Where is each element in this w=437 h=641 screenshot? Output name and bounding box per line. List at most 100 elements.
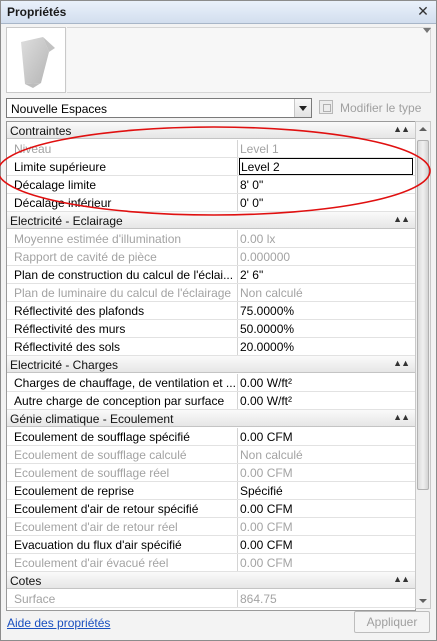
property-value-input[interactable]: Level 2 bbox=[239, 158, 413, 175]
property-name: Ecoulement de soufflage calculé bbox=[7, 446, 238, 463]
property-value: Level 1 bbox=[240, 142, 279, 156]
property-value: 0.00 CFM bbox=[240, 556, 293, 570]
property-row[interactable]: Evacuation du flux d'air spécifié 0.00 CF… bbox=[7, 536, 415, 554]
property-value[interactable]: 8' 0" bbox=[238, 176, 415, 193]
chevron-down-icon[interactable] bbox=[423, 28, 431, 33]
property-name: Ecoulement de reprise bbox=[7, 482, 238, 499]
type-selector-dropdown[interactable]: Nouvelle Espaces bbox=[6, 98, 312, 118]
property-name: Réflectivité des sols bbox=[7, 338, 238, 355]
space-element-icon bbox=[21, 37, 55, 88]
property-value: Non calculé bbox=[240, 286, 303, 300]
property-name: Décalage inférieur bbox=[7, 194, 238, 211]
property-value: 864.75 bbox=[240, 592, 277, 606]
property-row[interactable]: Réflectivité des sols 20.0000% bbox=[7, 338, 415, 356]
property-value[interactable]: 75.0000% bbox=[238, 302, 415, 319]
group-header[interactable]: Contraintes ▲▲ bbox=[7, 122, 415, 139]
group-name: Cotes bbox=[10, 574, 42, 588]
palette-title: Propriétés bbox=[7, 5, 67, 19]
collapse-icon[interactable]: ▲▲ bbox=[393, 412, 410, 422]
property-value[interactable]: 20.0000% bbox=[238, 338, 415, 355]
property-value: 0.00 CFM bbox=[240, 466, 293, 480]
scroll-down-icon[interactable] bbox=[419, 599, 427, 603]
property-name: Evacuation du flux d'air spécifié bbox=[7, 536, 238, 553]
scroll-up-icon[interactable] bbox=[419, 127, 427, 131]
property-value[interactable]: Spécifié bbox=[238, 482, 415, 499]
apply-button[interactable]: Appliquer bbox=[354, 611, 430, 633]
vertical-scrollbar[interactable] bbox=[415, 121, 431, 609]
property-name: Autre charge de conception par surface bbox=[7, 392, 238, 409]
property-row[interactable]: Charges de chauffage, de ventilation et … bbox=[7, 374, 415, 392]
property-value[interactable]: 2' 6" bbox=[238, 266, 415, 283]
scrollbar-thumb[interactable] bbox=[417, 140, 429, 490]
property-name: Plan de luminaire du calcul de l'éclaira… bbox=[7, 284, 238, 301]
property-name: Limite supérieure bbox=[7, 158, 238, 175]
property-name: Niveau bbox=[7, 140, 238, 157]
close-icon[interactable]: ✕ bbox=[415, 4, 431, 19]
property-row: Plan de luminaire du calcul de l'éclaira… bbox=[7, 284, 415, 302]
group-header[interactable]: Génie climatique - Ecoulement ▲▲ bbox=[7, 410, 415, 427]
property-value: 0.000000 bbox=[240, 250, 291, 264]
edit-type-icon bbox=[319, 100, 333, 114]
group-header[interactable]: Cotes ▲▲ bbox=[7, 572, 415, 589]
property-row: Ecoulement d'air de retour réel 0.00 CFM bbox=[7, 518, 415, 536]
property-value: Non calculé bbox=[240, 448, 303, 462]
property-row[interactable]: Limite supérieure Level 2 bbox=[7, 158, 415, 176]
edit-type-label: Modifier le type bbox=[340, 101, 422, 115]
property-name: Ecoulement d'air de retour réel bbox=[7, 518, 238, 535]
dropdown-arrow-icon[interactable] bbox=[294, 99, 311, 117]
property-row[interactable]: Ecoulement de soufflage spécifié 0.00 CFM bbox=[7, 428, 415, 446]
edit-type-button[interactable]: Modifier le type bbox=[318, 98, 430, 118]
property-row[interactable]: Réflectivité des murs 50.0000% bbox=[7, 320, 415, 338]
property-name: Ecoulement d'air de retour spécifié bbox=[7, 500, 238, 517]
property-name: Rapport de cavité de pièce bbox=[7, 248, 238, 265]
property-row[interactable]: Réflectivité des plafonds 75.0000% bbox=[7, 302, 415, 320]
property-row[interactable]: Décalage inférieur 0' 0" bbox=[7, 194, 415, 212]
collapse-icon[interactable]: ▲▲ bbox=[393, 358, 410, 368]
property-row: Ecoulement d'air évacué réel 0.00 CFM bbox=[7, 554, 415, 572]
property-row: Surface 864.75 bbox=[7, 590, 415, 608]
property-value: 0.00 lx bbox=[240, 232, 276, 246]
property-row[interactable]: Plan de construction du calcul de l'écla… bbox=[7, 266, 415, 284]
property-row[interactable]: Ecoulement de reprise Spécifié bbox=[7, 482, 415, 500]
property-value[interactable]: 50.0000% bbox=[238, 320, 415, 337]
property-value[interactable]: 0' 0" bbox=[238, 194, 415, 211]
property-row[interactable]: Ecoulement d'air de retour spécifié 0.00 … bbox=[7, 500, 415, 518]
collapse-icon[interactable]: ▲▲ bbox=[393, 124, 410, 134]
group-name: Electricité - Eclairage bbox=[10, 214, 123, 228]
title-bar[interactable]: Propriétés ✕ bbox=[1, 1, 436, 24]
property-value: 0.00 CFM bbox=[240, 520, 293, 534]
collapse-icon[interactable]: ▲▲ bbox=[393, 574, 410, 584]
property-name: Décalage limite bbox=[7, 176, 238, 193]
type-selector-value: Nouvelle Espaces bbox=[11, 102, 108, 116]
help-link[interactable]: Aide des propriétés bbox=[7, 616, 110, 630]
property-name: Réflectivité des murs bbox=[7, 320, 238, 337]
property-row[interactable]: Décalage limite 8' 0" bbox=[7, 176, 415, 194]
property-name: Réflectivité des plafonds bbox=[7, 302, 238, 319]
property-name: Ecoulement de soufflage spécifié bbox=[7, 428, 238, 445]
group-name: Contraintes bbox=[10, 124, 72, 138]
group-name: Electricité - Charges bbox=[10, 358, 119, 372]
property-row: Ecoulement de soufflage calculé Non calcu… bbox=[7, 446, 415, 464]
property-value[interactable]: 0.00 W/ft² bbox=[238, 374, 415, 391]
property-value[interactable]: 0.00 CFM bbox=[238, 428, 415, 445]
property-name: Ecoulement d'air évacué réel bbox=[7, 554, 238, 571]
group-header[interactable]: Electricité - Charges ▲▲ bbox=[7, 356, 415, 373]
property-name: Ecoulement de soufflage réel bbox=[7, 464, 238, 481]
property-row: Moyenne estimée d'illumination 0.00 lx bbox=[7, 230, 415, 248]
property-row: Rapport de cavité de pièce 0.000000 bbox=[7, 248, 415, 266]
property-value[interactable]: 0.00 W/ft² bbox=[238, 392, 415, 409]
property-name: Surface bbox=[7, 590, 238, 607]
collapse-icon[interactable]: ▲▲ bbox=[393, 214, 410, 224]
property-row: Ecoulement de soufflage réel 0.00 CFM bbox=[7, 464, 415, 482]
property-name: Moyenne estimée d'illumination bbox=[7, 230, 238, 247]
type-preview-thumbnail bbox=[6, 27, 66, 93]
property-row[interactable]: Autre charge de conception par surface 0.… bbox=[7, 392, 415, 410]
property-row: Niveau Level 1 bbox=[7, 140, 415, 158]
group-header[interactable]: Electricité - Eclairage ▲▲ bbox=[7, 212, 415, 229]
type-preview-area bbox=[67, 27, 431, 93]
property-value[interactable]: 0.00 CFM bbox=[238, 500, 415, 517]
property-value[interactable]: 0.00 CFM bbox=[238, 536, 415, 553]
property-name: Charges de chauffage, de ventilation et … bbox=[7, 374, 238, 391]
properties-grid: Contraintes ▲▲ Niveau Level 1 Limite supérie… bbox=[6, 121, 416, 611]
group-name: Génie climatique - Ecoulement bbox=[10, 412, 174, 426]
